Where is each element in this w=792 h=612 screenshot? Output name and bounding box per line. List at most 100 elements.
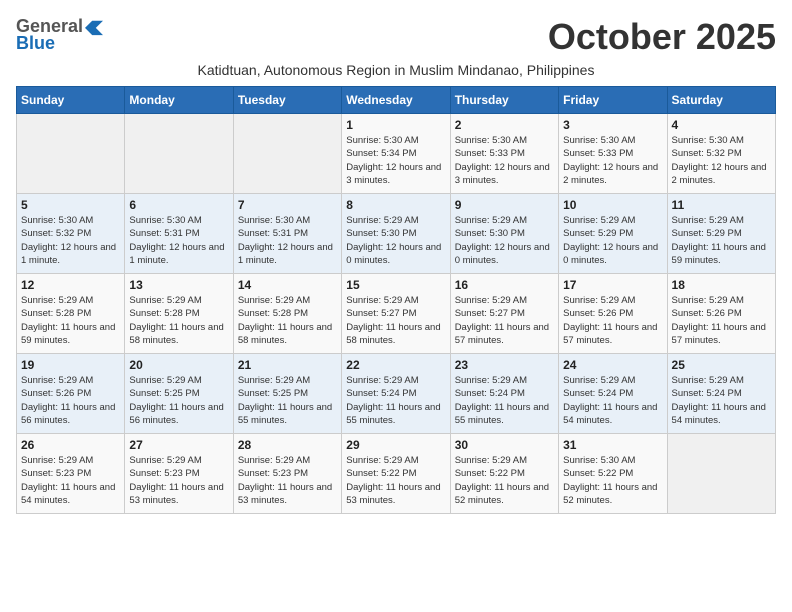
day-info: Sunrise: 5:29 AM Sunset: 5:27 PM Dayligh… bbox=[346, 294, 445, 347]
month-title: October 2025 bbox=[548, 16, 776, 58]
day-number: 18 bbox=[672, 278, 771, 292]
day-info: Sunrise: 5:30 AM Sunset: 5:32 PM Dayligh… bbox=[21, 214, 120, 267]
day-info: Sunrise: 5:30 AM Sunset: 5:33 PM Dayligh… bbox=[563, 134, 662, 187]
day-number: 31 bbox=[563, 438, 662, 452]
calendar-cell: 30Sunrise: 5:29 AM Sunset: 5:22 PM Dayli… bbox=[450, 434, 558, 514]
calendar-cell: 25Sunrise: 5:29 AM Sunset: 5:24 PM Dayli… bbox=[667, 354, 775, 434]
day-info: Sunrise: 5:29 AM Sunset: 5:26 PM Dayligh… bbox=[672, 294, 771, 347]
calendar-cell: 18 Sunrise: 5:29 AM Sunset: 5:26 PM Dayli… bbox=[667, 274, 775, 354]
day-info: Sunrise: 5:29 AM Sunset: 5:29 PM Dayligh… bbox=[563, 214, 662, 267]
header-day-tuesday: Tuesday bbox=[233, 87, 341, 114]
header-row: SundayMondayTuesdayWednesdayThursdayFrid… bbox=[17, 87, 776, 114]
day-info: Sunrise: 5:29 AM Sunset: 5:23 PM Dayligh… bbox=[21, 454, 120, 507]
page-header: General Blue October 2025 bbox=[16, 16, 776, 58]
day-info: Sunrise: 5:29 AM Sunset: 5:28 PM Dayligh… bbox=[129, 294, 228, 347]
day-number: 26 bbox=[21, 438, 120, 452]
day-number: 16 bbox=[455, 278, 554, 292]
day-info: Sunrise: 5:30 AM Sunset: 5:22 PM Dayligh… bbox=[563, 454, 662, 507]
day-info: Sunrise: 5:29 AM Sunset: 5:22 PM Dayligh… bbox=[346, 454, 445, 507]
day-info: Sunrise: 5:29 AM Sunset: 5:29 PM Dayligh… bbox=[672, 214, 771, 267]
calendar-body: 1 Sunrise: 5:30 AM Sunset: 5:34 PM Daylig… bbox=[17, 114, 776, 514]
header-day-friday: Friday bbox=[559, 87, 667, 114]
day-number: 10 bbox=[563, 198, 662, 212]
calendar-cell: 12 Sunrise: 5:29 AM Sunset: 5:28 PM Dayli… bbox=[17, 274, 125, 354]
calendar-cell: 14 Sunrise: 5:29 AM Sunset: 5:28 PM Dayli… bbox=[233, 274, 341, 354]
day-number: 6 bbox=[129, 198, 228, 212]
calendar-week-1: 5Sunrise: 5:30 AM Sunset: 5:32 PM Daylig… bbox=[17, 194, 776, 274]
day-number: 27 bbox=[129, 438, 228, 452]
day-number: 9 bbox=[455, 198, 554, 212]
day-number: 7 bbox=[238, 198, 337, 212]
day-info: Sunrise: 5:29 AM Sunset: 5:23 PM Dayligh… bbox=[238, 454, 337, 507]
day-info: Sunrise: 5:29 AM Sunset: 5:30 PM Dayligh… bbox=[455, 214, 554, 267]
day-number: 13 bbox=[129, 278, 228, 292]
calendar-cell bbox=[233, 114, 341, 194]
day-number: 3 bbox=[563, 118, 662, 132]
calendar-cell: 22 Sunrise: 5:29 AM Sunset: 5:24 PM Dayli… bbox=[342, 354, 450, 434]
calendar-cell: 11 Sunrise: 5:29 AM Sunset: 5:29 PM Dayli… bbox=[667, 194, 775, 274]
day-info: Sunrise: 5:29 AM Sunset: 5:28 PM Dayligh… bbox=[238, 294, 337, 347]
calendar-cell bbox=[17, 114, 125, 194]
calendar-cell: 29 Sunrise: 5:29 AM Sunset: 5:22 PM Dayli… bbox=[342, 434, 450, 514]
calendar-cell: 24Sunrise: 5:29 AM Sunset: 5:24 PM Dayli… bbox=[559, 354, 667, 434]
calendar-table: SundayMondayTuesdayWednesdayThursdayFrid… bbox=[16, 86, 776, 514]
day-number: 28 bbox=[238, 438, 337, 452]
calendar-cell: 3 Sunrise: 5:30 AM Sunset: 5:33 PM Daylig… bbox=[559, 114, 667, 194]
calendar-cell: 7 Sunrise: 5:30 AM Sunset: 5:31 PM Daylig… bbox=[233, 194, 341, 274]
day-info: Sunrise: 5:29 AM Sunset: 5:28 PM Dayligh… bbox=[21, 294, 120, 347]
day-number: 30 bbox=[455, 438, 554, 452]
calendar-cell: 13 Sunrise: 5:29 AM Sunset: 5:28 PM Dayli… bbox=[125, 274, 233, 354]
header-day-sunday: Sunday bbox=[17, 87, 125, 114]
day-number: 17 bbox=[563, 278, 662, 292]
calendar-cell: 8 Sunrise: 5:29 AM Sunset: 5:30 PM Daylig… bbox=[342, 194, 450, 274]
day-info: Sunrise: 5:30 AM Sunset: 5:33 PM Dayligh… bbox=[455, 134, 554, 187]
day-number: 11 bbox=[672, 198, 771, 212]
day-number: 22 bbox=[346, 358, 445, 372]
calendar-cell: 10 Sunrise: 5:29 AM Sunset: 5:29 PM Dayli… bbox=[559, 194, 667, 274]
day-info: Sunrise: 5:29 AM Sunset: 5:23 PM Dayligh… bbox=[129, 454, 228, 507]
logo-blue-text: Blue bbox=[16, 33, 55, 54]
logo: General Blue bbox=[16, 16, 103, 54]
day-number: 1 bbox=[346, 118, 445, 132]
day-info: Sunrise: 5:29 AM Sunset: 5:24 PM Dayligh… bbox=[346, 374, 445, 427]
day-number: 23 bbox=[455, 358, 554, 372]
header-day-thursday: Thursday bbox=[450, 87, 558, 114]
logo-icon bbox=[85, 18, 103, 36]
day-number: 2 bbox=[455, 118, 554, 132]
day-info: Sunrise: 5:30 AM Sunset: 5:34 PM Dayligh… bbox=[346, 134, 445, 187]
calendar-header: SundayMondayTuesdayWednesdayThursdayFrid… bbox=[17, 87, 776, 114]
header-day-monday: Monday bbox=[125, 87, 233, 114]
day-info: Sunrise: 5:29 AM Sunset: 5:25 PM Dayligh… bbox=[238, 374, 337, 427]
day-info: Sunrise: 5:29 AM Sunset: 5:24 PM Dayligh… bbox=[455, 374, 554, 427]
calendar-cell: 15Sunrise: 5:29 AM Sunset: 5:27 PM Dayli… bbox=[342, 274, 450, 354]
calendar-cell: 16Sunrise: 5:29 AM Sunset: 5:27 PM Dayli… bbox=[450, 274, 558, 354]
day-number: 8 bbox=[346, 198, 445, 212]
calendar-cell bbox=[125, 114, 233, 194]
day-info: Sunrise: 5:29 AM Sunset: 5:24 PM Dayligh… bbox=[672, 374, 771, 427]
day-number: 21 bbox=[238, 358, 337, 372]
calendar-cell: 4Sunrise: 5:30 AM Sunset: 5:32 PM Daylig… bbox=[667, 114, 775, 194]
day-number: 24 bbox=[563, 358, 662, 372]
header-day-wednesday: Wednesday bbox=[342, 87, 450, 114]
calendar-cell: 5Sunrise: 5:30 AM Sunset: 5:32 PM Daylig… bbox=[17, 194, 125, 274]
day-number: 14 bbox=[238, 278, 337, 292]
day-info: Sunrise: 5:30 AM Sunset: 5:31 PM Dayligh… bbox=[129, 214, 228, 267]
calendar-cell: 6 Sunrise: 5:30 AM Sunset: 5:31 PM Daylig… bbox=[125, 194, 233, 274]
calendar-week-2: 12 Sunrise: 5:29 AM Sunset: 5:28 PM Dayli… bbox=[17, 274, 776, 354]
day-number: 29 bbox=[346, 438, 445, 452]
day-info: Sunrise: 5:29 AM Sunset: 5:26 PM Dayligh… bbox=[21, 374, 120, 427]
calendar-cell: 2 Sunrise: 5:30 AM Sunset: 5:33 PM Daylig… bbox=[450, 114, 558, 194]
header-day-saturday: Saturday bbox=[667, 87, 775, 114]
day-number: 12 bbox=[21, 278, 120, 292]
calendar-cell: 9 Sunrise: 5:29 AM Sunset: 5:30 PM Daylig… bbox=[450, 194, 558, 274]
day-info: Sunrise: 5:29 AM Sunset: 5:30 PM Dayligh… bbox=[346, 214, 445, 267]
calendar-cell: 28 Sunrise: 5:29 AM Sunset: 5:23 PM Dayli… bbox=[233, 434, 341, 514]
calendar-cell bbox=[667, 434, 775, 514]
calendar-cell: 20Sunrise: 5:29 AM Sunset: 5:25 PM Dayli… bbox=[125, 354, 233, 434]
day-number: 20 bbox=[129, 358, 228, 372]
calendar-cell: 31 Sunrise: 5:30 AM Sunset: 5:22 PM Dayli… bbox=[559, 434, 667, 514]
day-info: Sunrise: 5:30 AM Sunset: 5:31 PM Dayligh… bbox=[238, 214, 337, 267]
calendar-cell: 19Sunrise: 5:29 AM Sunset: 5:26 PM Dayli… bbox=[17, 354, 125, 434]
calendar-cell: 21 Sunrise: 5:29 AM Sunset: 5:25 PM Dayli… bbox=[233, 354, 341, 434]
calendar-week-3: 19Sunrise: 5:29 AM Sunset: 5:26 PM Dayli… bbox=[17, 354, 776, 434]
